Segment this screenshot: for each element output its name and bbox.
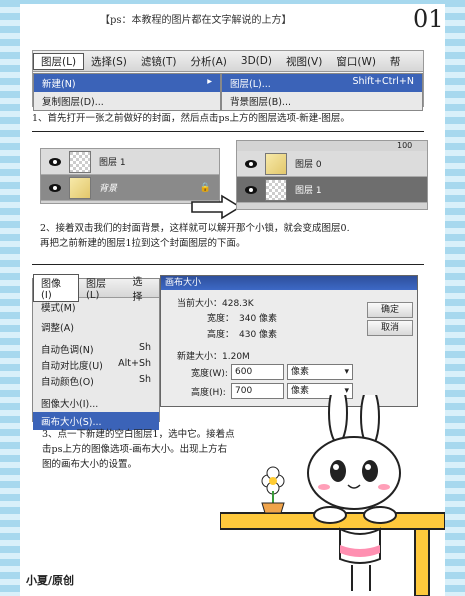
page-number: 01 xyxy=(413,5,444,33)
layer-row-1[interactable]: 图层 1 xyxy=(237,177,427,203)
layer-dropdown: 新建(N) ▸ 复制图层(D)... xyxy=(33,73,221,111)
current-height-value: 430 像素 xyxy=(239,330,278,340)
chevron-down-icon: ▾ xyxy=(344,367,349,377)
image-dropdown: 模式(M) 调整(A) 自动色调(N) Sh 自动对比度(U) Alt+Sh 自动颜… xyxy=(33,298,159,430)
step2-caption-a: 2、接着双击我们的封面背景，这样就可以解开那个小锁，就会变成图层0. xyxy=(40,223,350,234)
menu-item-auto-color[interactable]: 自动颜色(O) Sh xyxy=(33,372,159,390)
layer-name: 图层 1 xyxy=(295,186,322,196)
step3-caption-3: 图的画布大小的设置。 xyxy=(42,459,138,470)
eye-icon[interactable] xyxy=(49,183,61,192)
arrow-right-icon xyxy=(191,194,242,220)
menu-item-auto-contrast[interactable]: 自动对比度(U) Alt+Sh xyxy=(33,358,159,372)
menu-view[interactable]: 视图(V) xyxy=(279,54,329,69)
layers-panel-after: 100 图层 0 图层 1 xyxy=(236,140,428,210)
layer-row-1[interactable]: 图层 1 xyxy=(41,149,219,175)
menu-item-auto-tone[interactable]: 自动色调(N) Sh xyxy=(33,340,159,358)
menu-item-adjust[interactable]: 调整(A) xyxy=(33,318,159,336)
step2-caption-b: 再把之前新建的图层1拉到这个封面图层的下面。 xyxy=(40,238,246,249)
new-submenu: 图层(L)... Shift+Ctrl+N 背景图层(B)... xyxy=(221,73,423,111)
current-width-label: 宽度： xyxy=(207,314,235,324)
eye-icon[interactable] xyxy=(245,185,257,194)
menu-item-image-size[interactable]: 图像大小(I)... xyxy=(33,394,159,412)
menu-layer[interactable]: 图层(L) xyxy=(79,275,126,301)
menu-layer[interactable]: 图层(L) xyxy=(33,52,85,70)
flower-icon xyxy=(261,466,285,514)
layer-name: 图层 1 xyxy=(99,158,126,168)
step3-caption-1: 3、点一下新建的空白图层1，选中它。接着点 xyxy=(42,429,235,440)
menubar: 图层(L) 选择(S) 滤镜(T) 分析(A) 3D(D) 视图(V) 窗口(W… xyxy=(33,51,423,72)
menu-window[interactable]: 窗口(W) xyxy=(329,54,383,69)
screenshot-layer-menu: 图层(L) 选择(S) 滤镜(T) 分析(A) 3D(D) 视图(V) 窗口(W… xyxy=(32,50,424,111)
width-input[interactable]: 600 xyxy=(231,364,284,380)
cancel-button[interactable]: 取消 xyxy=(367,320,413,336)
current-size-label: 当前大小：428.3K xyxy=(177,299,254,309)
ok-button[interactable]: 确定 xyxy=(367,302,413,318)
dialog-title: 画布大小 xyxy=(161,276,417,290)
current-height-label: 高度： xyxy=(207,330,235,340)
menu-filter[interactable]: 滤镜(T) xyxy=(134,54,184,69)
menu-3d[interactable]: 3D(D) xyxy=(234,55,279,67)
menubar: 图像(I) 图层(L) 选择 xyxy=(33,274,159,303)
menu-item-bg-layer[interactable]: 背景图层(B)... xyxy=(222,92,422,110)
screenshot-image-menu: 图像(I) 图层(L) 选择 模式(M) 调整(A) 自动色调(N) Sh 自动对… xyxy=(32,274,160,430)
opacity-field[interactable]: 100 xyxy=(397,141,412,150)
lock-icon: 🔒 xyxy=(199,182,211,193)
current-width-value: 340 像素 xyxy=(239,314,278,324)
new-size-label: 新建大小：1.20M xyxy=(177,352,250,362)
menu-item-new[interactable]: 新建(N) ▸ xyxy=(34,74,220,92)
page-title: 【ps：本教程的图片都在文字解说的上方】 xyxy=(100,15,292,26)
author-credit: 小夏/原创 xyxy=(26,574,75,587)
menu-select[interactable]: 选择 xyxy=(126,273,159,303)
menu-item-duplicate[interactable]: 复制图层(D)... xyxy=(34,92,220,110)
menu-help[interactable]: 帮 xyxy=(383,54,408,69)
layer-thumbnail xyxy=(265,152,287,175)
layer-name: 背景 xyxy=(99,184,118,194)
menu-analysis[interactable]: 分析(A) xyxy=(184,54,234,69)
bunny xyxy=(307,395,401,591)
bunny-illustration xyxy=(220,395,445,596)
layer-name: 图层 0 xyxy=(295,160,322,170)
menu-image[interactable]: 图像(I) xyxy=(33,274,79,302)
menu-item-new-layer[interactable]: 图层(L)... Shift+Ctrl+N xyxy=(222,74,422,92)
layer-row-0[interactable]: 图层 0 xyxy=(237,151,427,177)
step3-caption-2: 击ps上方的图像选项-画布大小。出现上方右 xyxy=(42,444,228,455)
canvas-size-dialog: 画布大小 当前大小：428.3K 宽度： 340 像素 高度： 430 像素 新… xyxy=(160,275,418,407)
eye-icon[interactable] xyxy=(245,159,257,168)
eye-icon[interactable] xyxy=(49,157,61,166)
divider xyxy=(32,264,424,265)
layer-thumbnail xyxy=(265,178,287,201)
layer-thumbnail xyxy=(69,150,91,173)
divider xyxy=(32,131,424,132)
width-unit-select[interactable]: 像素 ▾ xyxy=(287,364,353,380)
new-width-label: 宽度(W): xyxy=(191,369,228,379)
menu-select[interactable]: 选择(S) xyxy=(84,54,134,69)
layer-thumbnail xyxy=(69,176,91,199)
step1-caption: 1、首先打开一张之前做好的封面，然后点击ps上方的图层选项-新建-图层。 xyxy=(32,113,350,124)
